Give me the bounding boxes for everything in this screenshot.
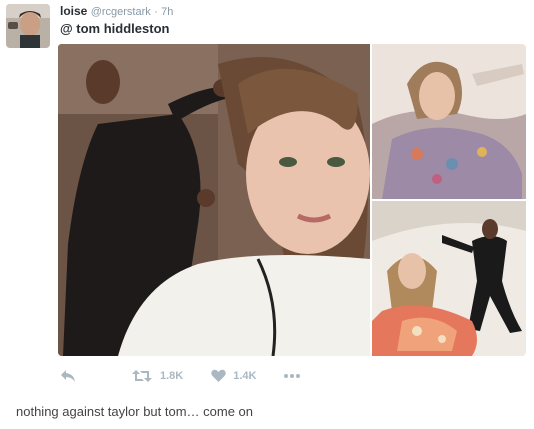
user-handle[interactable]: @rcgerstark <box>91 6 151 18</box>
display-name[interactable]: loise <box>60 4 87 18</box>
embedded-tweet: loise @rcgerstark · 7h @ tom hiddleston <box>0 0 534 390</box>
like-button[interactable]: 1.4K <box>211 369 257 383</box>
tweet-header: loise @rcgerstark · 7h <box>60 4 173 19</box>
heart-icon <box>211 369 226 382</box>
tweet-timestamp[interactable]: 7h <box>161 6 173 18</box>
tweet-actions: 1.8K 1.4K <box>60 368 301 384</box>
avatar[interactable] <box>6 4 50 48</box>
separator-dot: · <box>154 6 158 18</box>
like-count: 1.4K <box>233 370 257 382</box>
post-caption: nothing against taylor but tom… come on <box>16 404 254 419</box>
reply-arrow-icon <box>61 370 75 382</box>
photo-top-right[interactable] <box>372 44 526 199</box>
retweet-count: 1.8K <box>160 370 184 382</box>
photo-main[interactable] <box>58 44 370 356</box>
ellipsis-icon <box>283 374 300 378</box>
photo-bottom-right[interactable] <box>372 201 526 356</box>
reply-button[interactable] <box>60 369 76 383</box>
media-grid <box>58 44 526 356</box>
tweet-text: @ tom hiddleston <box>60 21 170 36</box>
more-options-button[interactable] <box>283 373 301 379</box>
retweet-button[interactable]: 1.8K <box>132 369 183 383</box>
retweet-arrows-icon <box>132 370 152 382</box>
